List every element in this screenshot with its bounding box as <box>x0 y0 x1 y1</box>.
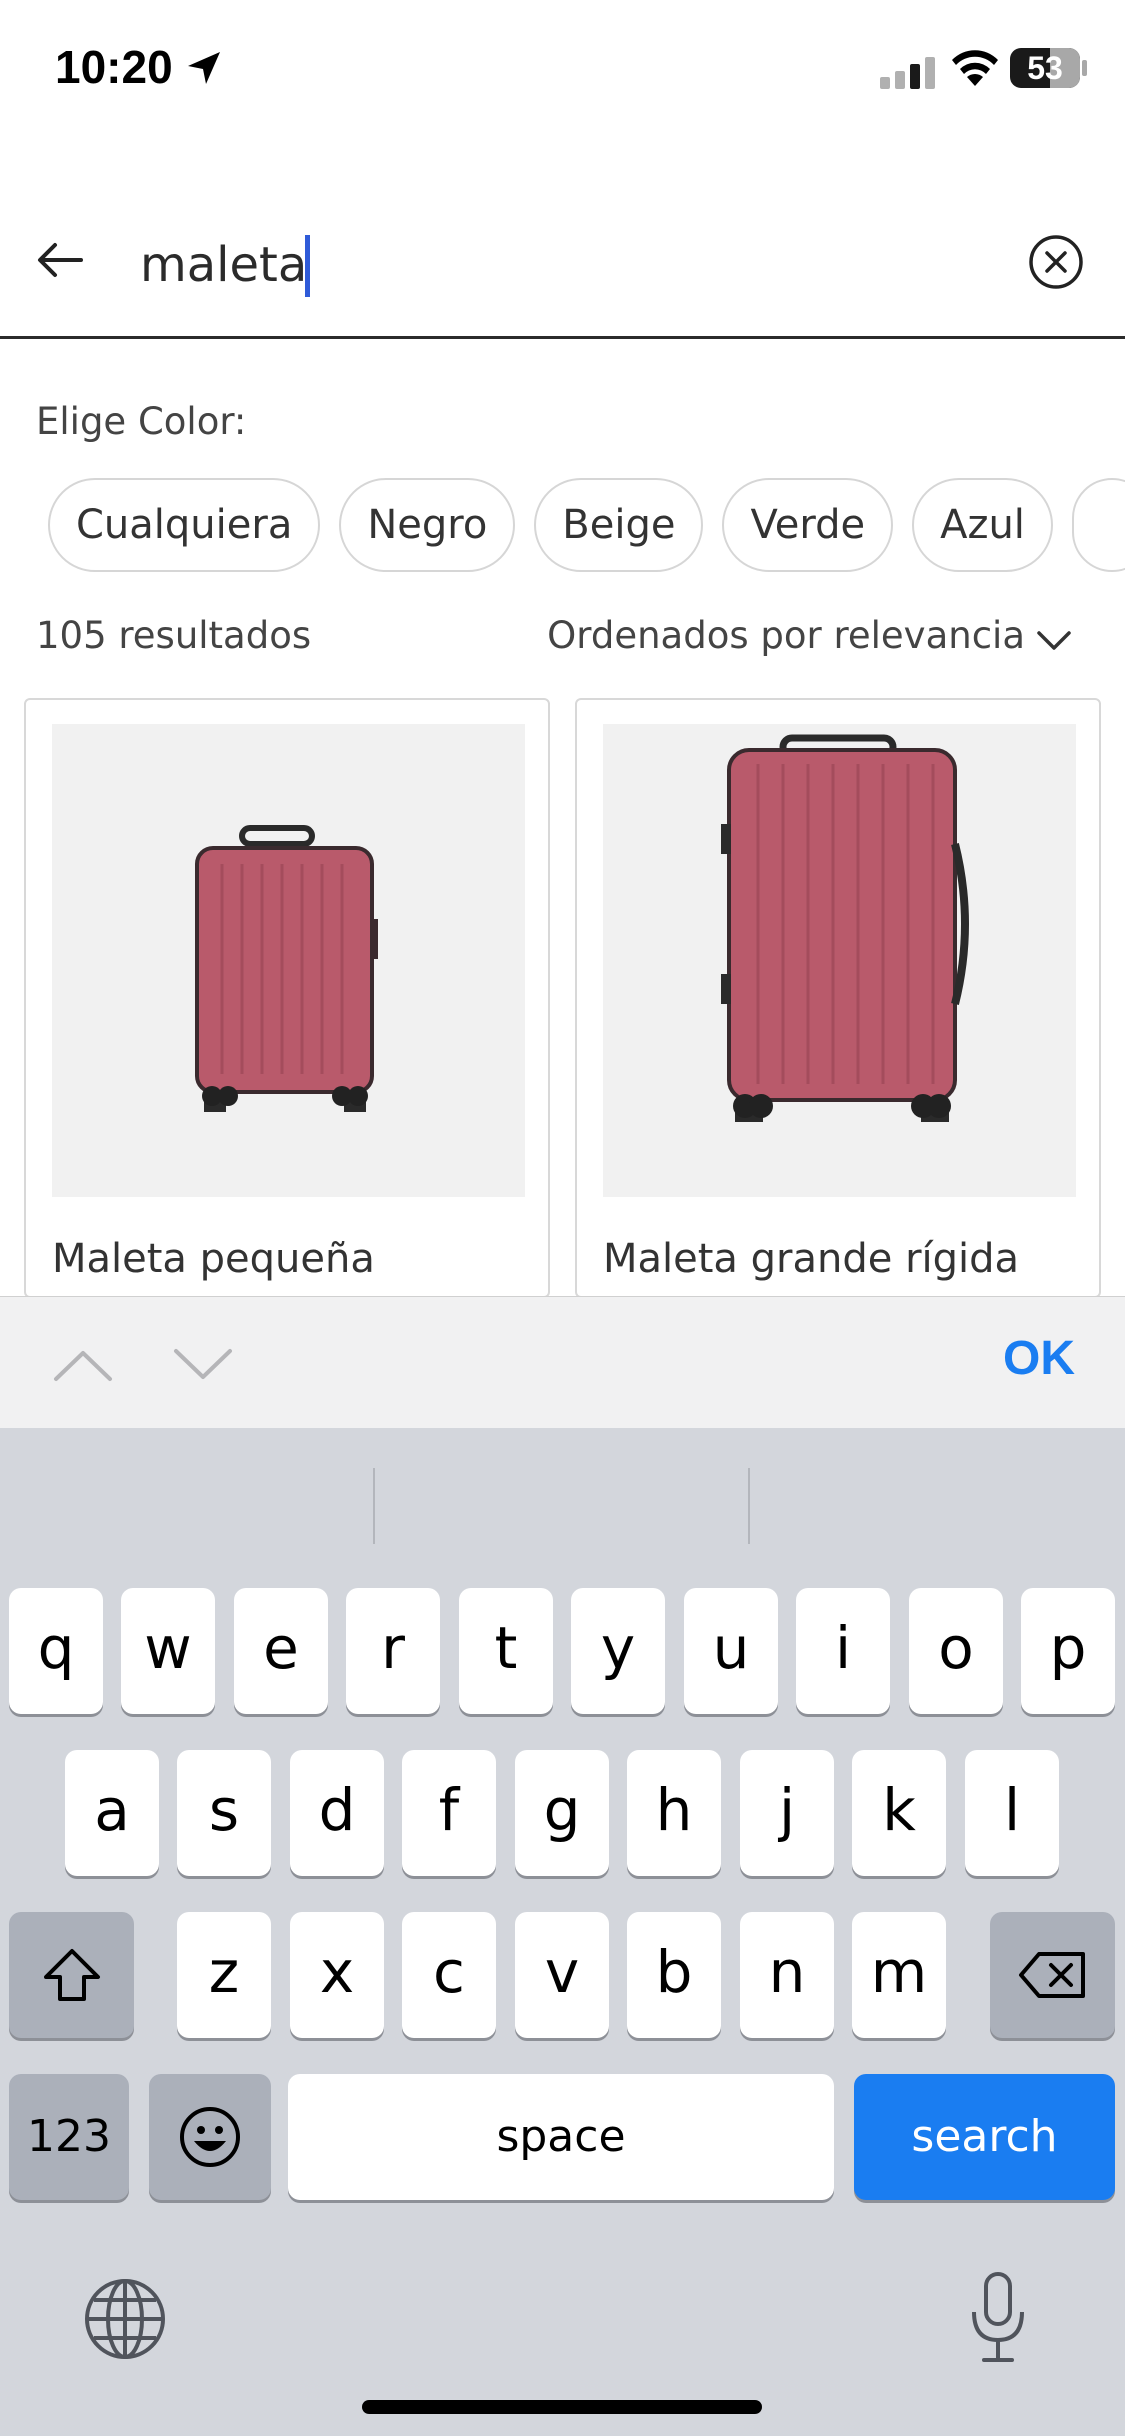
color-chip-beige[interactable]: Beige <box>534 478 704 572</box>
home-indicator[interactable] <box>362 2400 762 2414</box>
key-n[interactable]: n <box>740 1912 834 2038</box>
key-e[interactable]: e <box>234 1588 328 1714</box>
color-filter-label: Elige Color: <box>36 400 247 443</box>
chevron-down-icon[interactable] <box>1034 626 1074 656</box>
backspace-icon <box>1018 1952 1085 1998</box>
color-chip-azul[interactable]: Azul <box>912 478 1053 572</box>
chevron-up-icon[interactable] <box>50 1345 116 1385</box>
search-header <box>0 200 1125 339</box>
battery-nub <box>1082 60 1087 76</box>
key-u[interactable]: u <box>684 1588 778 1714</box>
product-card[interactable]: Maleta pequeña <box>24 698 550 1298</box>
battery-icon: 53 <box>1010 48 1080 88</box>
shift-key[interactable] <box>9 1912 134 2038</box>
suitcase-small-image <box>195 825 378 1112</box>
results-count: 105 resultados <box>36 614 312 657</box>
space-key[interactable]: space <box>288 2074 834 2200</box>
status-bar: 10:20 53 <box>0 0 1125 140</box>
microphone-icon[interactable] <box>966 2268 1030 2368</box>
key-m[interactable]: m <box>852 1912 946 2038</box>
key-f[interactable]: f <box>402 1750 496 1876</box>
arrow-left-icon[interactable] <box>35 240 85 280</box>
globe-icon[interactable] <box>82 2276 168 2362</box>
color-chip-next[interactable] <box>1071 478 1125 572</box>
key-b[interactable]: b <box>627 1912 721 2038</box>
keyboard-accessory-bar: OK <box>0 1296 1125 1429</box>
product-card[interactable]: Maleta grande rígida <box>575 698 1101 1298</box>
suggestion-divider <box>748 1468 750 1544</box>
search-key[interactable]: search <box>854 2074 1115 2200</box>
location-arrow-icon <box>188 52 220 84</box>
key-h[interactable]: h <box>627 1750 721 1876</box>
wifi-icon <box>952 50 998 86</box>
key-t[interactable]: t <box>459 1588 553 1714</box>
color-chip-cualquiera[interactable]: Cualquiera <box>48 478 321 572</box>
text-caret <box>305 235 310 297</box>
key-c[interactable]: c <box>402 1912 496 2038</box>
key-o[interactable]: o <box>909 1588 1003 1714</box>
search-input[interactable] <box>140 230 990 300</box>
key-a[interactable]: a <box>65 1750 159 1876</box>
key-s[interactable]: s <box>177 1750 271 1876</box>
suitcase-large-image <box>721 734 969 1122</box>
delete-key[interactable] <box>990 1912 1115 2038</box>
product-name[interactable]: Maleta pequeña <box>52 1236 375 1282</box>
chevron-down-icon[interactable] <box>170 1345 236 1385</box>
color-chip-negro[interactable]: Negro <box>339 478 516 572</box>
key-w[interactable]: w <box>121 1588 215 1714</box>
key-d[interactable]: d <box>290 1750 384 1876</box>
key-z[interactable]: z <box>177 1912 271 2038</box>
sort-dropdown[interactable]: Ordenados por relevancia <box>547 614 1025 657</box>
key-i[interactable]: i <box>796 1588 890 1714</box>
suggestion-divider <box>373 1468 375 1544</box>
key-y[interactable]: y <box>571 1588 665 1714</box>
product-image[interactable] <box>603 724 1076 1197</box>
key-p[interactable]: p <box>1021 1588 1115 1714</box>
status-time: 10:20 <box>55 41 173 93</box>
key-x[interactable]: x <box>290 1912 384 2038</box>
color-chip-row: Cualquiera Negro Beige Verde Azul <box>48 478 1125 574</box>
keyboard: q w e r t y u i o p a s d f g h j k l z … <box>0 1428 1125 2436</box>
key-l[interactable]: l <box>965 1750 1059 1876</box>
ok-button[interactable]: OK <box>1003 1331 1075 1386</box>
color-chip-verde[interactable]: Verde <box>722 478 894 572</box>
key-j[interactable]: j <box>740 1750 834 1876</box>
key-v[interactable]: v <box>515 1912 609 2038</box>
numbers-key[interactable]: 123 <box>9 2074 129 2200</box>
cellular-signal-icon <box>880 57 935 89</box>
product-name[interactable]: Maleta grande rígida <box>603 1236 1019 1282</box>
circle-x-icon[interactable] <box>1028 234 1084 290</box>
product-image[interactable] <box>52 724 525 1197</box>
key-q[interactable]: q <box>9 1588 103 1714</box>
shift-icon <box>43 1949 100 2001</box>
battery-percentage: 53 <box>1027 50 1063 86</box>
key-k[interactable]: k <box>852 1750 946 1876</box>
key-g[interactable]: g <box>515 1750 609 1876</box>
emoji-icon <box>180 2107 240 2167</box>
key-r[interactable]: r <box>346 1588 440 1714</box>
emoji-key[interactable] <box>149 2074 271 2200</box>
